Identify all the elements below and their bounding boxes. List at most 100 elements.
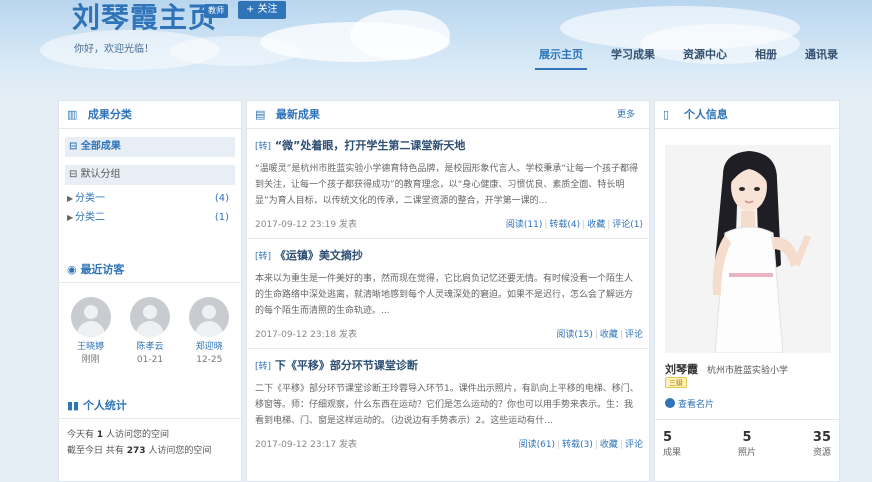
category-item-label: 分类一 — [75, 193, 105, 204]
nav-item-contacts[interactable]: 通讯录 — [801, 46, 842, 70]
categories-header: ▥ 成果分类 — [59, 101, 241, 129]
follow-button[interactable]: + 关注 — [238, 1, 286, 19]
comment-link[interactable]: 评论 — [625, 330, 643, 340]
article-item: [转] 下《平移》部分环节课堂诊断 二下《平移》部分环节课堂诊断王玲蓉导入环节1… — [247, 349, 649, 459]
read-count-link[interactable]: 阅读(15) — [556, 330, 592, 340]
count-number: 35 — [812, 430, 831, 445]
article-title: “微”处着眼，打开学生第二课堂新天地 — [274, 139, 466, 152]
visitors-title: 最近访客 — [80, 263, 125, 276]
article-title: 下《平移》部分环节课堂诊断 — [274, 359, 418, 372]
stats-total-prefix: 截至今日 共有 — [67, 446, 124, 456]
book-icon: ▥ — [67, 108, 78, 121]
category-all[interactable]: ⊟ 全部成果 — [65, 137, 235, 157]
role-badge: 教师 — [204, 4, 228, 18]
article-excerpt: 二下《平移》部分环节课堂诊断王玲蓉导入环节1。课件出示照片，有趴向上平移的电梯、… — [255, 384, 639, 426]
stats-today: 今天有 1 人访问您的空间 — [67, 427, 169, 443]
article-posted: 发表 — [338, 440, 357, 450]
stats-today-prefix: 今天有 — [67, 430, 95, 440]
profile-counts: 5 成果 5 照片 35 资源 — [655, 419, 839, 460]
favorite-link[interactable]: 收藏 — [600, 440, 618, 450]
visitor-item[interactable]: 王晓婷 刚刚 — [66, 297, 116, 367]
visitor-name: 陈孝云 — [136, 342, 164, 352]
count-label: 成果 — [663, 448, 682, 458]
favorite-link[interactable]: 收藏 — [600, 330, 618, 340]
article-item: [转] 《运镇》美文摘抄 本来以为重生是一件美好的事，然而现在觉得，它比肩负记忆… — [247, 239, 649, 349]
stats-title: 个人统计 — [82, 399, 127, 412]
count-achievements[interactable]: 5 成果 — [663, 430, 715, 460]
category-item-count: (4) — [214, 193, 229, 204]
nav-item-home[interactable]: 展示主页 — [535, 46, 587, 70]
profile-portrait[interactable] — [665, 145, 831, 353]
article-meta: 2017-09-12 23:18 发表 阅读(15) | 收藏 | 评论 — [255, 327, 643, 340]
repost-link[interactable]: 转载(4) — [549, 220, 580, 230]
visitor-date: 刚刚 — [81, 355, 100, 365]
avatar — [189, 297, 230, 337]
article-title-link[interactable]: [转] “微”处着眼，打开学生第二课堂新天地 — [255, 139, 639, 154]
read-count-link[interactable]: 阅读(11) — [506, 220, 542, 230]
favorite-link[interactable]: 收藏 — [587, 220, 605, 230]
article-item: [转] “微”处着眼，打开学生第二课堂新天地 “温暖灵”是杭州市胜蓝实验小学德育… — [247, 129, 649, 239]
view-card-link[interactable]: 查看名片 — [665, 397, 714, 410]
comment-link[interactable]: 评论 — [625, 440, 643, 450]
caret-right-icon: ▶ — [67, 213, 74, 222]
visitor-item[interactable]: 陈孝云 01-21 — [125, 297, 175, 367]
minus-icon: ⊟ — [69, 141, 81, 152]
category-item-label: 分类二 — [75, 212, 105, 223]
nav-item-album[interactable]: 相册 — [751, 46, 781, 70]
stats-total: 截至今日 共有 273 人访问您的空间 — [67, 443, 211, 459]
category-item[interactable]: ▶ 分类一 (4) — [59, 189, 241, 208]
article-time: 2017-09-12 23:18 — [255, 330, 337, 340]
stats-header: ▮▮ 个人统计 — [59, 393, 241, 419]
nav-item-resources[interactable]: 资源中心 — [679, 46, 731, 70]
header-banner: 刘琴霞主页 教师 + 关注 你好，欢迎光临！ 展示主页 学习成果 资源中心 相册… — [0, 0, 872, 100]
welcome-text: 你好，欢迎光临！ — [74, 44, 154, 55]
category-item[interactable]: ▶ 分类二 (1) — [59, 208, 241, 227]
caret-right-icon: ▶ — [67, 194, 74, 203]
stats-today-suffix: 人访问您的空间 — [106, 430, 170, 440]
stats-total-count: 273 — [126, 446, 146, 456]
profile-panel: ▯ 个人信息 刘琴霞 杭州市胜蓝实验小学 三级 查看名片 5 成果 5 照片 3… — [654, 100, 840, 482]
visitors-header: ◉ 最近访客 — [59, 257, 241, 283]
repost-link[interactable]: 转载(3) — [562, 440, 593, 450]
stats-total-suffix: 人访问您的空间 — [148, 446, 212, 456]
visitor-item[interactable]: 郑迎晓 12-25 — [184, 297, 234, 367]
article-actions: 阅读(11) | 转载(4) | 收藏 | 评论(1) — [505, 220, 643, 230]
article-title-link[interactable]: [转] 下《平移》部分环节课堂诊断 — [255, 359, 639, 374]
cloud-decoration — [350, 10, 450, 60]
article-tag: [转] — [255, 362, 272, 372]
visitor-date: 12-25 — [196, 355, 223, 365]
document-icon: ▤ — [255, 108, 266, 121]
article-title-link[interactable]: [转] 《运镇》美文摘抄 — [255, 249, 639, 264]
latest-title: 最新成果 — [275, 108, 320, 121]
article-time: 2017-09-12 23:19 — [255, 220, 337, 230]
article-tag: [转] — [255, 252, 272, 262]
view-card-label: 查看名片 — [678, 400, 715, 410]
article-posted: 发表 — [338, 330, 357, 340]
article-excerpt: “温暖灵”是杭州市胜蓝实验小学德育特色品牌，是校园形象代言人。学校秉承“让每一个… — [255, 164, 638, 206]
read-count-link[interactable]: 阅读(61) — [519, 440, 555, 450]
profile-title: 个人信息 — [683, 108, 728, 121]
article-title: 《运镇》美文摘抄 — [274, 249, 363, 262]
count-label: 资源 — [812, 448, 831, 458]
category-default-group[interactable]: ⊟ 默认分组 — [65, 165, 235, 185]
latest-achievements-panel: ▤ 最新成果 更多 [转] “微”处着眼，打开学生第二课堂新天地 “温暖灵”是杭… — [246, 100, 650, 482]
phone-icon: ▯ — [663, 108, 670, 121]
nav-item-achievements[interactable]: 学习成果 — [607, 46, 659, 70]
article-tag: [转] — [255, 142, 272, 152]
visitor-name: 王晓婷 — [77, 342, 105, 352]
more-link[interactable]: 更多 — [617, 101, 635, 129]
stats-today-count: 1 — [96, 430, 104, 440]
count-resources[interactable]: 35 资源 — [779, 430, 831, 460]
count-number: 5 — [742, 430, 752, 445]
avatar — [70, 297, 111, 337]
count-photos[interactable]: 5 照片 — [721, 430, 773, 460]
category-all-label: 全部成果 — [80, 141, 121, 152]
portrait-illustration — [665, 145, 831, 353]
comment-link[interactable]: 评论(1) — [612, 220, 643, 230]
count-label: 照片 — [737, 448, 756, 458]
visitor-name: 郑迎晓 — [195, 342, 223, 352]
bar-chart-icon: ▮▮ — [67, 399, 83, 412]
minus-icon: ⊟ — [69, 169, 81, 180]
article-meta: 2017-09-12 23:19 发表 阅读(11) | 转载(4) | 收藏 | 评论(1… — [255, 217, 643, 230]
profile-school: 杭州市胜蓝实验小学 — [707, 366, 789, 376]
